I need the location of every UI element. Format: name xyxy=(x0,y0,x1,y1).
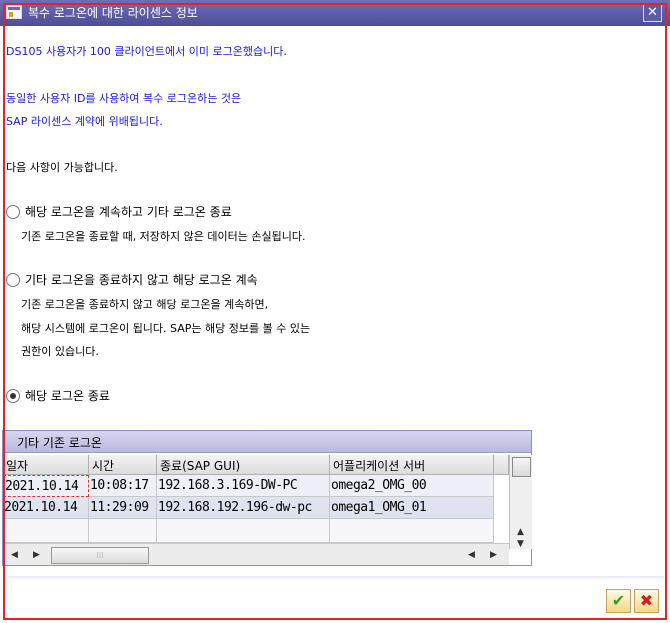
column-header-filler xyxy=(494,455,509,475)
horizontal-scroll-thumb[interactable]: ⁝⁝⁝ xyxy=(51,547,149,564)
column-header-time[interactable]: 시간 xyxy=(89,455,157,475)
message-line-4: 다음 사항이 가능합니다. xyxy=(6,161,118,174)
message-line-1: DS105 사용자가 100 클라이언트에서 이미 로그온했습니다. xyxy=(6,45,287,58)
scroll-right-icon[interactable]: ▶ xyxy=(33,550,40,560)
table-title: 기타 기존 로그온 xyxy=(3,431,531,453)
scroll-down-icon[interactable]: ▼ xyxy=(517,539,524,549)
window-title: 복수 로그온에 대한 라이센스 정보 xyxy=(28,6,198,20)
sap-window-icon xyxy=(6,5,22,19)
close-button[interactable]: ✕ xyxy=(643,4,662,22)
empty-cell xyxy=(157,519,330,543)
dialog-window: 복수 로그온에 대한 라이센스 정보 ✕ DS105 사용자가 100 클라이언… xyxy=(0,0,670,623)
option-2-desc-3: 권한이 있습니다. xyxy=(21,345,99,358)
scroll-left-icon[interactable]: ◀ xyxy=(11,550,18,560)
footer-divider xyxy=(8,576,664,580)
title-bar: 복수 로그온에 대한 라이센스 정보 ✕ xyxy=(0,0,670,26)
empty-cell xyxy=(89,519,157,543)
column-header-app-server[interactable]: 어플리케이션 서버 xyxy=(330,455,494,475)
empty-cell xyxy=(3,519,89,543)
cell-terminal[interactable]: 192.168.192.196-dw-pc xyxy=(157,497,330,519)
option-2-desc-2: 해당 시스템에 로그온이 됩니다. SAP는 해당 정보를 볼 수 있는 xyxy=(21,322,311,335)
cell-app-server[interactable]: omega2_OMG_00 xyxy=(330,475,494,497)
vertical-scroll-thumb[interactable] xyxy=(512,457,531,477)
empty-cell xyxy=(330,519,494,543)
existing-logons-table: 기타 기존 로그온 일자 시간 종료(SAP GUI) 어플리케이션 서버 20… xyxy=(2,430,532,566)
option-2-desc-1: 기존 로그온을 종료하지 않고 해당 로그온을 계속하면, xyxy=(21,298,269,311)
scroll-left-end-icon[interactable]: ◀ xyxy=(468,550,475,560)
column-header-date[interactable]: 일자 xyxy=(3,455,89,475)
horizontal-scrollbar[interactable]: ◀ ▶ ⁝⁝⁝ ◀ ▶ xyxy=(3,543,509,565)
cancel-button[interactable]: ✖ xyxy=(634,589,659,613)
cell-date[interactable]: 2021.10.14 xyxy=(3,497,89,519)
checkmark-icon: ✔ xyxy=(611,591,626,610)
radio-option-continue-keep-others[interactable] xyxy=(6,273,20,287)
cell-app-server[interactable]: omega1_OMG_01 xyxy=(330,497,494,519)
option-2-label[interactable]: 기타 로그온을 종료하지 않고 해당 로그온 계속 xyxy=(25,271,258,288)
close-icon: ✕ xyxy=(647,5,658,20)
vertical-scrollbar[interactable]: ▲ ▼ xyxy=(509,455,532,549)
scroll-up-icon[interactable]: ▲ xyxy=(517,527,524,537)
option-1-label[interactable]: 해당 로그온을 계속하고 기타 로그온 종료 xyxy=(25,203,232,220)
cell-terminal[interactable]: 192.168.3.169-DW-PC xyxy=(157,475,330,497)
column-header-terminal[interactable]: 종료(SAP GUI) xyxy=(157,455,330,475)
option-1-desc-1: 기존 로그온을 종료할 때, 저장하지 않은 데이터는 손실됩니다. xyxy=(21,230,306,243)
cell-date[interactable]: 2021.10.14 xyxy=(3,475,89,497)
cell-time[interactable]: 11:29:09 xyxy=(89,497,157,519)
scroll-right-end-icon[interactable]: ▶ xyxy=(490,550,497,560)
cancel-x-icon: ✖ xyxy=(639,591,654,610)
radio-option-continue-end-others[interactable] xyxy=(6,205,20,219)
cell-time[interactable]: 10:08:17 xyxy=(89,475,157,497)
confirm-button[interactable]: ✔ xyxy=(606,589,631,613)
message-line-2: 동일한 사용자 ID를 사용하여 복수 로그온하는 것은 xyxy=(6,92,242,105)
option-3-label[interactable]: 해당 로그온 종료 xyxy=(25,387,110,404)
radio-option-end-this-logon[interactable] xyxy=(6,389,20,403)
message-line-3: SAP 라이센스 계약에 위배됩니다. xyxy=(6,115,163,128)
